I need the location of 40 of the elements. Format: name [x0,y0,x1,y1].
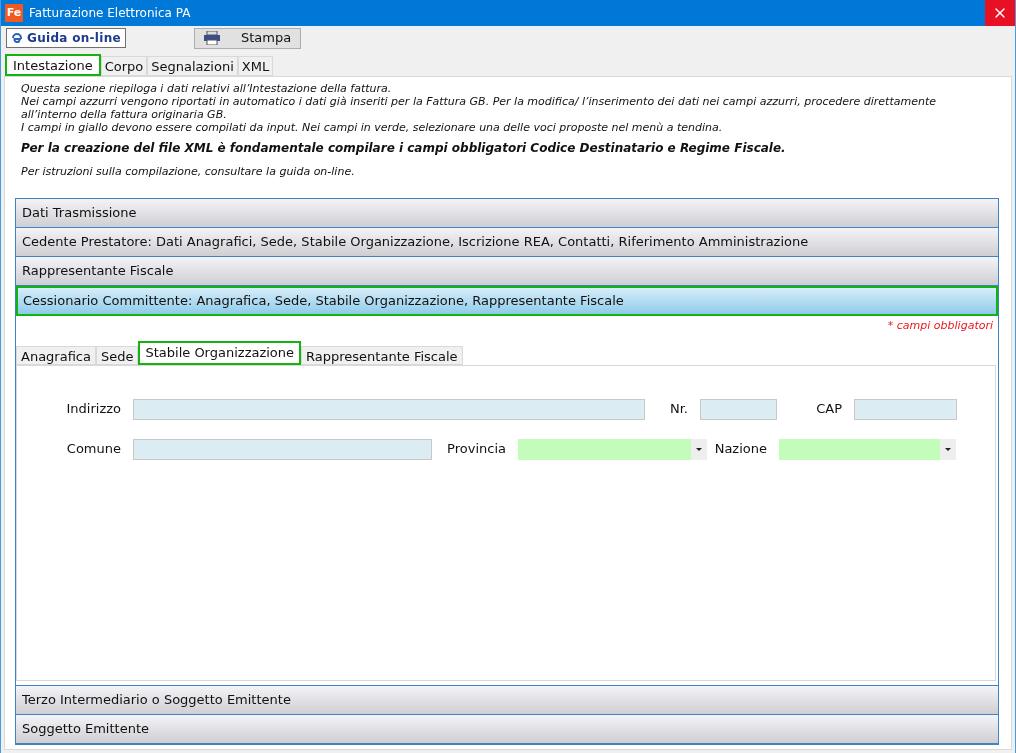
field-label: Provincia [446,440,507,459]
field-label: Nr. [669,400,689,419]
tab[interactable]: Stabile Organizzazione [138,340,302,365]
dropdown-field[interactable] [779,438,956,460]
print-button[interactable]: Stampa [194,27,301,49]
input-field[interactable] [700,398,777,420]
section-header[interactable]: Soggetto Emittente [16,715,998,744]
section-header[interactable]: Rappresentante Fiscale [16,257,998,286]
dropdown-field[interactable] [518,438,707,460]
required-note: * campi obbligatori [887,318,994,334]
tab[interactable]: Rappresentante Fiscale [301,345,463,365]
section-header[interactable]: Dati Trasmissione [16,199,998,228]
help-button[interactable]: Guida on-line [6,28,126,48]
tab[interactable]: XML [237,56,274,76]
tab[interactable]: Segnalazioni [147,56,238,76]
window-title: Fatturazione Elettronica PA [29,5,191,22]
field-label: Nazione [713,440,768,459]
field-label: Comune [65,440,122,459]
printer-icon [203,31,221,45]
caret-icon [696,447,702,451]
tab[interactable]: Corpo [100,56,148,76]
close-button[interactable] [985,0,1015,26]
tab[interactable]: Sede [95,345,139,365]
tab[interactable]: Anagrafica [16,345,96,365]
info-text: Nei campi azzurri vengono riportati in automatico i dati già inseriti per la Fattura GB. Per la modifica/ l’inserimento dei dati nei campi azzurri, procedere direttamente all’interno della fattura originaria GB. [21,95,937,121]
field-label: CAP [815,400,843,419]
info-text: Per istruzioni sulla compilazione, consultare la guida on-line. [21,165,356,178]
input-field[interactable] [133,438,432,460]
field-label: Indirizzo [65,400,122,419]
input-field[interactable] [854,398,957,420]
info-text: Per la creazione del file XML è fondamentale compilare i campi obbligatori Codice Destinatario e Regime Fiscale. [21,142,787,155]
input-field[interactable] [133,398,645,420]
app-logo: Fe [5,4,23,22]
section-header[interactable]: Cessionario Committente: Anagrafica, Sede, Stabile Organizzazione, Rappresentante Fiscale [16,286,998,316]
section-header[interactable]: Cedente Prestatore: Dati Anagrafici, Sede, Stabile Organizzazione, Iscrizione REA, Contatti, Riferimento Amministrazione [16,228,998,257]
tab[interactable]: Intestazione [5,54,101,76]
info-text: Questa sezione riepiloga i dati relativi all’Intestazione della fattura. [21,82,393,95]
caret-icon [945,447,951,451]
section-header[interactable]: Terzo Intermediario o Soggetto Emittente [16,686,998,715]
info-text: I campi in giallo devono essere compilati da input. Nei campi in verde, selezionare una delle voci proposte nel menù a tendina. [21,121,724,134]
